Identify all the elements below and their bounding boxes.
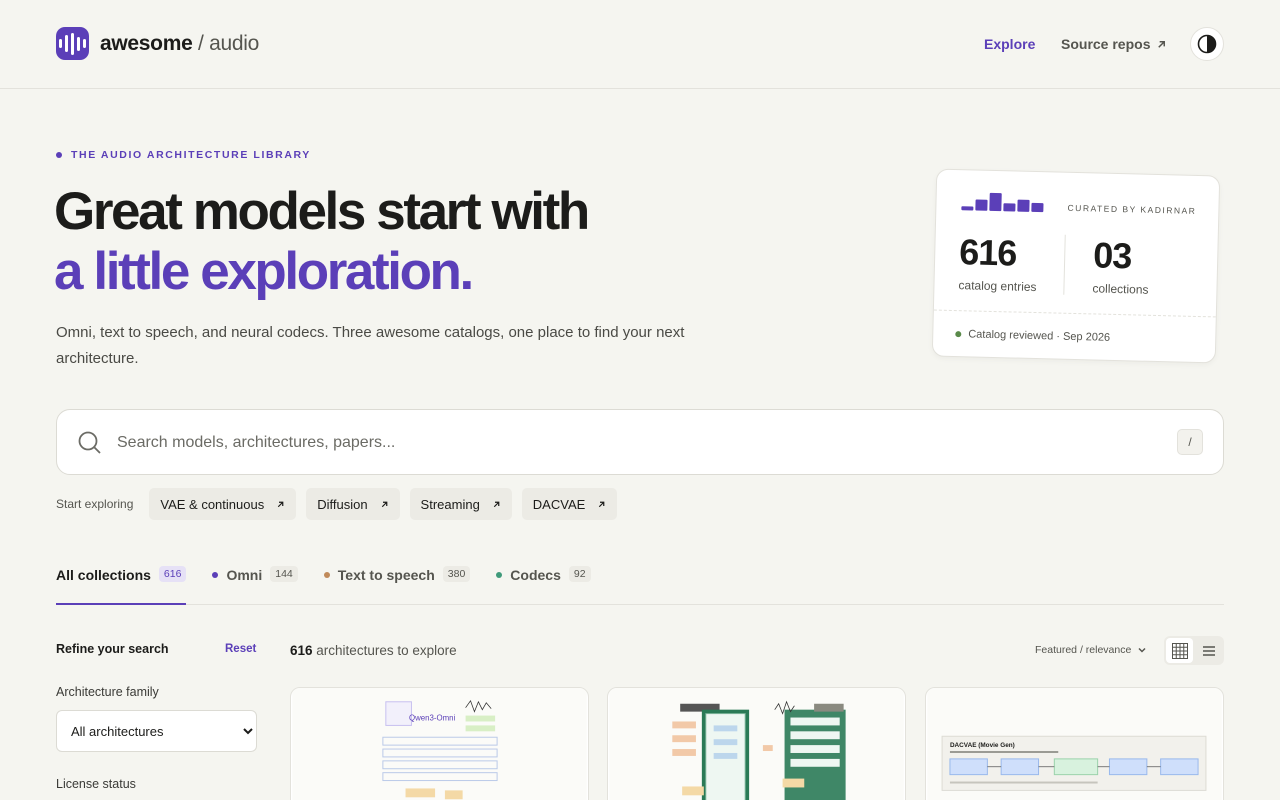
arrow-up-right-icon bbox=[599, 501, 605, 507]
refine-search-title: Refine your search bbox=[56, 642, 169, 656]
sort-label: Featured / relevance bbox=[1035, 644, 1132, 656]
stat-entries-value: 616 bbox=[958, 231, 1017, 274]
chevron-down-icon bbox=[1138, 647, 1146, 653]
tab-count: 144 bbox=[270, 566, 298, 582]
architecture-card[interactable]: Qwen3-Omni bbox=[290, 687, 589, 800]
results-count-value: 616 bbox=[290, 643, 313, 658]
tab-text-to-speech[interactable]: Text to speech 380 bbox=[323, 564, 471, 605]
tab-label: Codecs bbox=[510, 567, 561, 583]
contrast-icon bbox=[1197, 34, 1217, 54]
catalog-reviewed-text: Catalog reviewed · Sep 2026 bbox=[968, 327, 1111, 344]
arrow-up-right-icon bbox=[381, 501, 387, 507]
architecture-diagram-thumbnail: Qwen3-Omni bbox=[292, 688, 587, 800]
reset-filters-link[interactable]: Reset bbox=[225, 643, 256, 655]
search-input[interactable] bbox=[117, 428, 1157, 458]
nav-source-repos-link[interactable]: Source repos bbox=[1061, 36, 1167, 52]
hero-subtitle: Omni, text to speech, and neural codecs.… bbox=[56, 324, 685, 367]
tts-dot bbox=[323, 572, 330, 578]
nav-source-repos-label: Source repos bbox=[1061, 36, 1151, 52]
hero-title-line2: a little exploration. bbox=[54, 242, 474, 301]
arrow-up-right-icon bbox=[493, 501, 500, 507]
chip-label: DACVAE bbox=[532, 496, 586, 512]
chip-label: Streaming bbox=[420, 496, 480, 512]
grid-view-button[interactable] bbox=[1166, 638, 1193, 663]
tab-count: 92 bbox=[568, 566, 591, 582]
collection-tabs: All collections 616 Omni 144 Text to spe… bbox=[56, 564, 1224, 605]
tab-omni[interactable]: Omni 144 bbox=[212, 564, 298, 605]
arrow-up-right-icon bbox=[1158, 40, 1166, 48]
tab-label: Omni bbox=[226, 567, 263, 583]
results-count: 616 architectures to explore bbox=[290, 643, 457, 658]
architecture-diagram-thumbnail bbox=[609, 688, 904, 800]
list-view-button[interactable] bbox=[1195, 638, 1222, 663]
logo-brand: awesome bbox=[100, 31, 193, 55]
grid-icon bbox=[1171, 642, 1188, 659]
chip-dacvae[interactable]: DACVAE bbox=[521, 488, 618, 520]
status-dot bbox=[955, 330, 962, 337]
tab-label: Text to speech bbox=[337, 567, 435, 583]
tab-label: All collections bbox=[56, 567, 151, 583]
architecture-card[interactable]: DACVAE (Movie Gen) bbox=[925, 687, 1224, 800]
tab-count: 616 bbox=[158, 566, 187, 582]
keyboard-shortcut-hint: / bbox=[1177, 429, 1203, 455]
curated-by-label: CURATED BY KADIRNAR bbox=[1067, 202, 1197, 216]
tab-count: 380 bbox=[442, 566, 471, 582]
arrow-up-right-icon bbox=[278, 501, 284, 507]
logo-suffix: / audio bbox=[198, 31, 259, 55]
search-bar: / bbox=[56, 409, 1224, 475]
architecture-family-label: Architecture family bbox=[56, 685, 159, 699]
logo[interactable]: awesome / audio bbox=[56, 27, 259, 60]
architecture-diagram-thumbnail: DACVAE (Movie Gen) bbox=[927, 688, 1222, 800]
stat-collections: 03 collections bbox=[1092, 234, 1149, 297]
stat-collections-label: collections bbox=[1092, 281, 1149, 297]
omni-dot bbox=[212, 572, 219, 578]
logo-text: awesome / audio bbox=[100, 32, 259, 56]
chip-label: Diffusion bbox=[317, 496, 368, 512]
chip-diffusion[interactable]: Diffusion bbox=[306, 488, 400, 520]
eyebrow-dot bbox=[56, 152, 62, 158]
stat-entries: 616 catalog entries bbox=[958, 231, 1037, 295]
search-icon bbox=[78, 431, 101, 454]
waveform-bars-icon bbox=[961, 190, 1044, 213]
codecs-dot bbox=[496, 572, 503, 578]
start-exploring-label: Start exploring bbox=[56, 497, 134, 511]
thumb-title: DACVAE (Movie Gen) bbox=[950, 742, 1015, 749]
stats-card: CURATED BY KADIRNAR 616 catalog entries … bbox=[931, 168, 1221, 364]
hero-title: Great models start with a little explora… bbox=[54, 182, 590, 302]
thumb-title: Qwen3-Omni bbox=[409, 713, 456, 722]
list-icon bbox=[1202, 645, 1215, 656]
stat-entries-label: catalog entries bbox=[958, 278, 1037, 295]
stat-collections-value: 03 bbox=[1092, 234, 1132, 277]
audio-bars-icon bbox=[56, 27, 89, 60]
hero-eyebrow: THE AUDIO ARCHITECTURE LIBRARY bbox=[56, 149, 311, 161]
sort-dropdown[interactable]: Featured / relevance bbox=[1035, 644, 1147, 656]
results-count-suffix: architectures to explore bbox=[316, 643, 457, 658]
top-navigation-bar: awesome / audio Explore Source repos bbox=[0, 0, 1280, 89]
catalog-reviewed-footer: Catalog reviewed · Sep 2026 bbox=[932, 309, 1216, 363]
chip-streaming[interactable]: Streaming bbox=[409, 488, 512, 520]
tab-codecs[interactable]: Codecs 92 bbox=[496, 564, 591, 605]
nav-explore-link[interactable]: Explore bbox=[984, 36, 1035, 52]
hero-title-line1: Great models start with bbox=[54, 182, 590, 241]
architecture-family-select[interactable]: All architectures bbox=[57, 711, 256, 751]
stat-divider bbox=[1063, 234, 1066, 295]
start-exploring-row: Start exploring VAE & continuous Diffusi… bbox=[56, 488, 618, 520]
chip-label: VAE & continuous bbox=[160, 496, 265, 512]
license-status-label: License status bbox=[56, 777, 136, 791]
view-toggle bbox=[1164, 636, 1224, 665]
architecture-card[interactable] bbox=[607, 687, 906, 800]
theme-toggle-button[interactable] bbox=[1190, 27, 1224, 61]
eyebrow-text: THE AUDIO ARCHITECTURE LIBRARY bbox=[71, 149, 311, 161]
chip-vae-continuous[interactable]: VAE & continuous bbox=[149, 488, 297, 520]
tab-all-collections[interactable]: All collections 616 bbox=[56, 564, 187, 605]
architecture-family-select-wrapper: All architectures bbox=[56, 710, 257, 752]
